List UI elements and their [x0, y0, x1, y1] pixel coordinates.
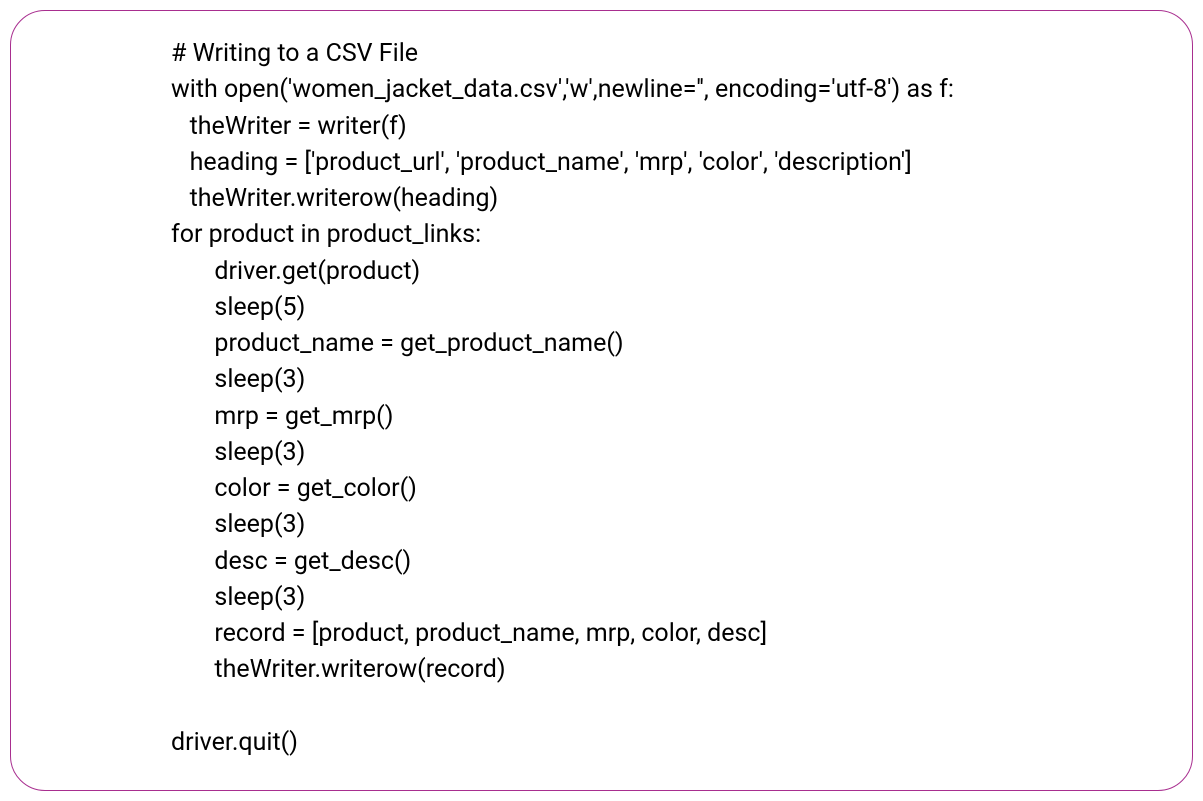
code-block: # Writing to a CSV File with open('women…: [171, 36, 954, 761]
code-container: # Writing to a CSV File with open('women…: [10, 10, 1193, 791]
